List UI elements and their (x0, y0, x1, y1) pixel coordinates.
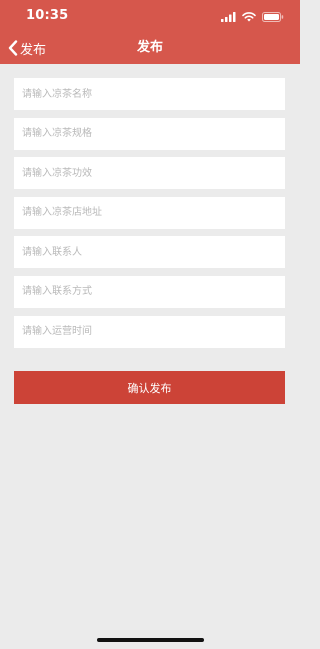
status-time: 10:35 (26, 8, 69, 23)
back-label: 发布 (20, 42, 47, 58)
back-button[interactable]: 发布 (8, 32, 46, 64)
wifi-icon (242, 12, 256, 22)
confirm-publish-button[interactable]: 确认发布 (14, 371, 285, 404)
navigation-bar: 发布 发布 (0, 32, 300, 64)
contact-person-input[interactable] (14, 236, 285, 269)
status-icons (221, 10, 284, 24)
status-bar: 10:35 (0, 0, 300, 32)
contact-method-input[interactable] (14, 275, 285, 308)
tea-effect-input[interactable] (14, 157, 285, 190)
cellular-signal-icon (221, 12, 236, 22)
tea-name-input[interactable] (14, 78, 285, 110)
tea-spec-input[interactable] (14, 117, 285, 150)
chevron-left-icon (8, 40, 18, 56)
shop-address-input[interactable] (14, 196, 285, 229)
app-header: 10:35 发布 发布 (0, 0, 300, 64)
battery-icon (262, 12, 284, 22)
operating-hours-input[interactable] (14, 315, 285, 348)
home-indicator[interactable] (97, 638, 204, 642)
publish-form (14, 78, 285, 355)
